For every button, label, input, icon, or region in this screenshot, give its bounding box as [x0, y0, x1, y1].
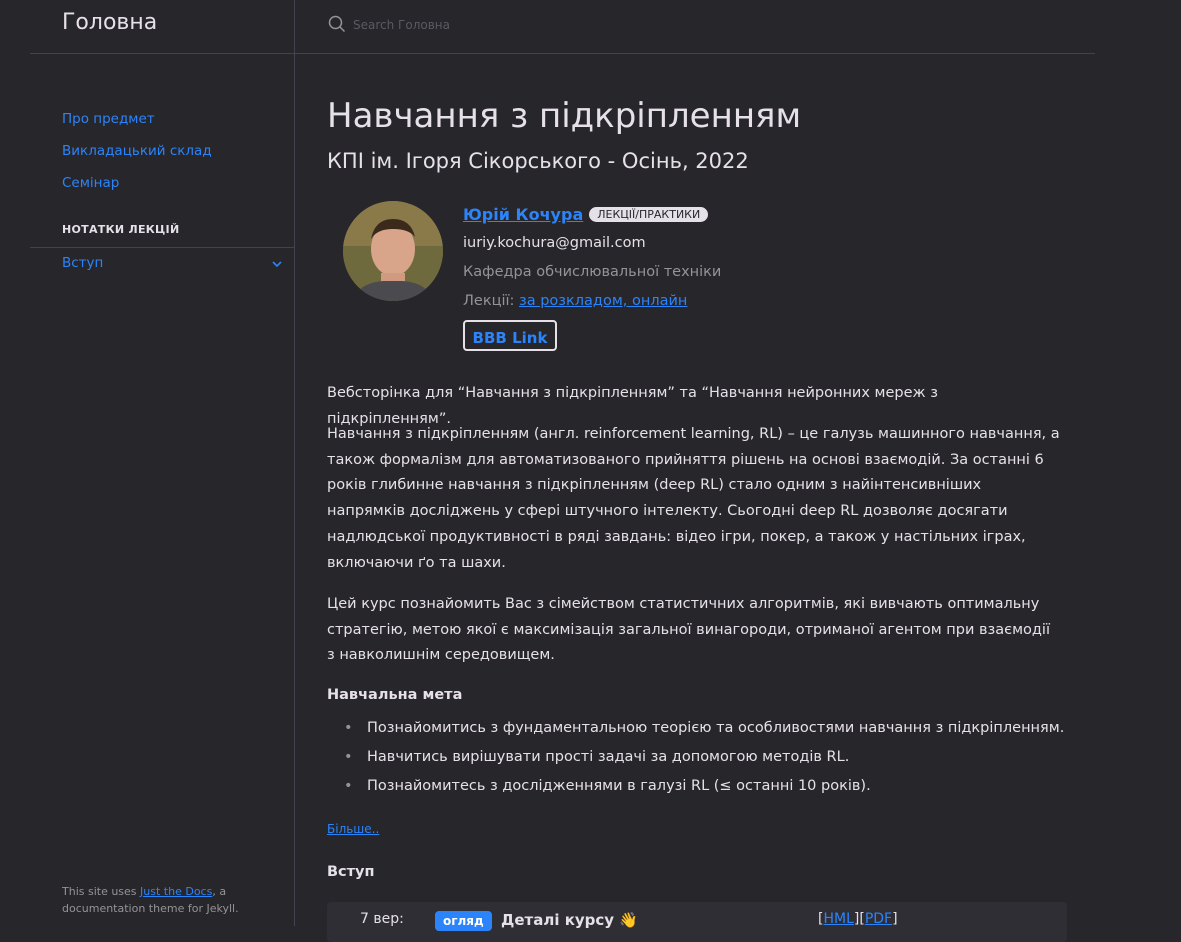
- schedule-links: [HML][PDF]: [818, 911, 898, 927]
- schedule-date: 7 вер:: [360, 911, 404, 927]
- staff-name-link[interactable]: Юрій Кочура: [463, 205, 583, 224]
- description-paragraph: Навчання з підкріпленням (англ. reinforc…: [327, 426, 1060, 571]
- overview-badge: огляд: [435, 911, 492, 931]
- html-link[interactable]: HML: [823, 911, 853, 927]
- list-item: • Познайомитесь з дослідженнями в галузі …: [327, 772, 1067, 801]
- more-link[interactable]: Більше..: [327, 822, 379, 836]
- chevron-down-icon[interactable]: [270, 257, 284, 271]
- bullet: •: [344, 749, 353, 765]
- footer-prefix: This site uses: [62, 885, 141, 898]
- section-heading: Вступ: [327, 864, 375, 880]
- waving-hand-icon: 👋: [619, 911, 638, 929]
- avatar: [343, 201, 443, 301]
- lectures-schedule-link[interactable]: за розкладом, онлайн: [519, 293, 687, 309]
- goal-text: Познайомитесь з дослідженнями в галузі R…: [367, 778, 871, 794]
- list-item: • Познайомитись з фундаментальною теорією…: [327, 714, 1067, 743]
- staff-heading: Юрій Кочура ЛЕКЦІЇ/ПРАКТИКИ: [463, 205, 709, 224]
- page-subtitle: КПІ ім. Ігоря Сікорського - Осінь, 2022: [327, 149, 749, 173]
- footer-note: This site uses Just the Docs, a document…: [62, 883, 282, 917]
- bullet: •: [344, 778, 353, 794]
- sidebar: Головна Про предмет Викладацький склад С…: [0, 0, 295, 926]
- staff-lectures: Лекції: за розкладом, онлайн: [463, 293, 687, 309]
- sidebar-item-intro-label[interactable]: Вступ: [62, 255, 103, 271]
- pdf-link[interactable]: PDF: [865, 911, 892, 927]
- goal-heading: Навчальна мета: [327, 687, 463, 703]
- goal-text: Познайомитись з фундаментальною теорією …: [367, 720, 1065, 736]
- search-icon: [328, 15, 346, 33]
- lectures-label: Лекції:: [463, 293, 515, 309]
- footer-theme-link[interactable]: Just the Docs: [140, 885, 212, 898]
- staff-email: iuriy.kochura@gmail.com: [463, 235, 646, 251]
- sidebar-item-about[interactable]: Про предмет: [30, 104, 294, 136]
- bbb-link-button[interactable]: BBB Link: [463, 320, 557, 351]
- avatar-photo: [343, 201, 443, 301]
- list-item: • Навчитись вирішувати прості задачі за д…: [327, 743, 1067, 772]
- sidebar-section-label: НОТАТКИ ЛЕКЦІЙ: [62, 223, 180, 236]
- site-title[interactable]: Головна: [62, 10, 157, 35]
- course-paragraph: Цей курс познайомить Вас з сімейством ст…: [327, 596, 1050, 664]
- goal-list: • Познайомитись з фундаментальною теорією…: [327, 714, 1067, 801]
- staff-department: Кафедра обчислювальної техніки: [463, 264, 722, 280]
- top-bar: [295, 0, 1095, 54]
- sidebar-item-intro[interactable]: Вступ: [30, 253, 294, 277]
- search-input[interactable]: [351, 12, 755, 38]
- page-title: Навчання з підкріпленням: [327, 96, 802, 136]
- schedule-title: Деталі курсу 👋: [501, 911, 638, 929]
- sidebar-section-lecture-notes: НОТАТКИ ЛЕКЦІЙ: [30, 218, 294, 248]
- sidebar-item-staff[interactable]: Викладацький склад: [30, 136, 294, 168]
- table-row: 7 вер: огляд Деталі курсу 👋 [HML][PDF]: [327, 902, 1067, 942]
- sidebar-item-seminar[interactable]: Семінар: [30, 168, 294, 200]
- bullet: •: [344, 720, 353, 736]
- site-header: Головна: [30, 0, 294, 54]
- sidebar-nav: Про предмет Викладацький склад Семінар: [30, 104, 294, 200]
- schedule-title-text: Деталі курсу: [501, 911, 615, 929]
- role-badge: ЛЕКЦІЇ/ПРАКТИКИ: [589, 207, 709, 222]
- goal-text: Навчитись вирішувати прості задачі за до…: [367, 749, 850, 765]
